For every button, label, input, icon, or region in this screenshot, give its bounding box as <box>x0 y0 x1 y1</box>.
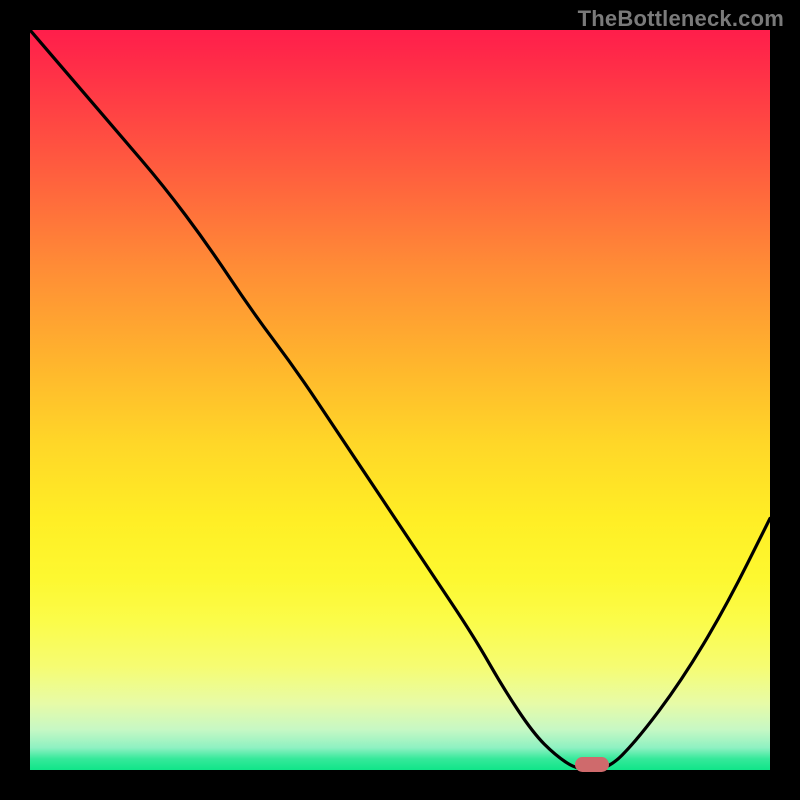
chart-container: TheBottleneck.com <box>0 0 800 800</box>
plot-area <box>30 30 770 770</box>
optimal-marker <box>575 757 609 772</box>
watermark-text: TheBottleneck.com <box>578 6 784 32</box>
bottleneck-curve <box>30 30 770 770</box>
curve-svg <box>30 30 770 770</box>
